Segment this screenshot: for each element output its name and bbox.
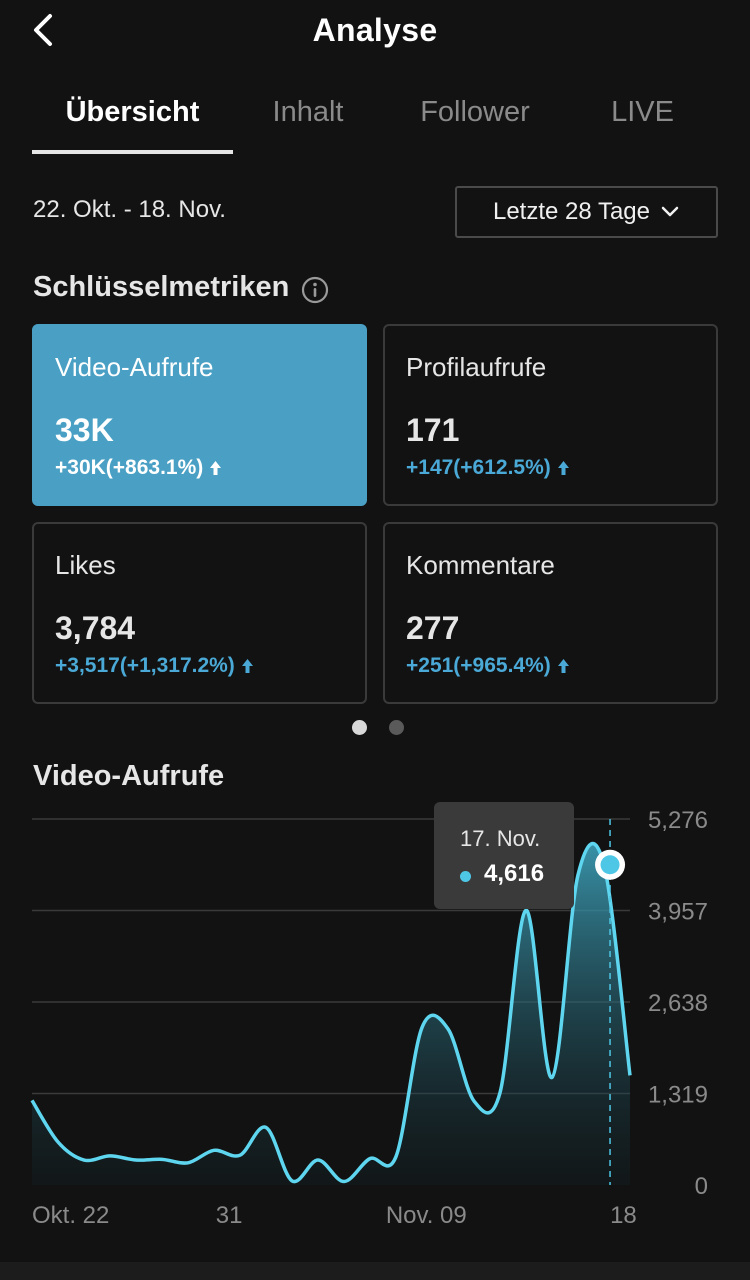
metric-value: 277 bbox=[406, 610, 460, 646]
top-bar: Analyse bbox=[0, 0, 750, 62]
x-tick-label: 31 bbox=[216, 1202, 243, 1229]
pager-dot-1[interactable] bbox=[352, 720, 367, 735]
highlight-point bbox=[600, 855, 620, 875]
video-views-chart[interactable]: 0 1,319 2,638 3,957 5,276 Okt. 22 31 Nov. 09 18 bbox=[0, 795, 750, 1240]
y-tick-label: 2,638 bbox=[648, 990, 708, 1017]
metric-value: 171 bbox=[406, 412, 460, 448]
arrow-up-icon bbox=[557, 659, 569, 673]
tab-content[interactable]: Inhalt bbox=[248, 96, 368, 129]
metric-delta: +30K(+863.1%) bbox=[55, 456, 222, 480]
metric-delta: +251(+965.4%) bbox=[406, 654, 570, 678]
arrow-up-icon bbox=[241, 659, 253, 673]
key-metrics-title: Schlüsselmetriken bbox=[33, 271, 290, 303]
arrow-up-icon bbox=[210, 461, 222, 475]
metric-delta-text: +147(+612.5%) bbox=[406, 456, 551, 479]
date-range-selected: Letzte 28 Tage bbox=[492, 198, 651, 225]
metric-delta: +147(+612.5%) bbox=[406, 456, 570, 480]
y-tick-label: 5,276 bbox=[648, 807, 708, 834]
tab-active-indicator bbox=[32, 150, 233, 154]
metric-value: 3,784 bbox=[55, 610, 136, 646]
metric-delta-text: +3,517(+1,317.2%) bbox=[55, 654, 235, 677]
metric-label: Kommentare bbox=[406, 550, 555, 580]
y-tick-label: 1,319 bbox=[648, 1082, 708, 1109]
metric-label: Likes bbox=[55, 550, 116, 580]
metric-delta-text: +30K(+863.1%) bbox=[55, 456, 204, 479]
chart-title: Video-Aufrufe bbox=[33, 760, 225, 792]
tab-live[interactable]: LIVE bbox=[590, 96, 695, 129]
tooltip-series-dot bbox=[460, 871, 471, 882]
pager-dot-2[interactable] bbox=[389, 720, 404, 735]
date-range-dropdown[interactable]: Letzte 28 Tage bbox=[455, 186, 718, 238]
arrow-up-icon bbox=[557, 461, 569, 475]
metric-label: Video-Aufrufe bbox=[55, 352, 214, 382]
metric-card-profile-views[interactable]: Profilaufrufe 171 +147(+612.5%) bbox=[383, 324, 718, 506]
metric-label: Profilaufrufe bbox=[406, 352, 547, 382]
tooltip-value: 4,616 bbox=[484, 860, 545, 887]
y-tick-label: 3,957 bbox=[648, 899, 708, 926]
chart-tooltip: 17. Nov. 4,616 bbox=[434, 802, 574, 909]
y-tick-label: 0 bbox=[695, 1173, 708, 1200]
bottom-edge bbox=[0, 1262, 750, 1280]
metric-card-video-views[interactable]: Video-Aufrufe 33K +30K(+863.1%) bbox=[32, 324, 367, 506]
tooltip-date: 17. Nov. bbox=[460, 826, 541, 851]
pager-dots bbox=[352, 720, 404, 735]
x-tick-label: Okt. 22 bbox=[32, 1202, 109, 1229]
tab-bar: Übersicht Inhalt Follower LIVE bbox=[0, 86, 750, 156]
date-range-label: 22. Okt. - 18. Nov. bbox=[33, 196, 226, 223]
tab-followers[interactable]: Follower bbox=[405, 96, 545, 129]
page-title: Analyse bbox=[312, 12, 438, 48]
metric-card-likes[interactable]: Likes 3,784 +3,517(+1,317.2%) bbox=[32, 522, 367, 704]
x-tick-label: 18 bbox=[610, 1202, 637, 1229]
info-icon[interactable] bbox=[300, 275, 330, 305]
metric-card-comments[interactable]: Kommentare 277 +251(+965.4%) bbox=[383, 522, 718, 704]
tab-overview[interactable]: Übersicht bbox=[32, 96, 233, 129]
metric-value: 33K bbox=[55, 412, 114, 448]
metric-delta-text: +251(+965.4%) bbox=[406, 654, 551, 677]
x-tick-label: Nov. 09 bbox=[386, 1202, 467, 1229]
chevron-down-icon bbox=[661, 206, 679, 217]
metric-delta: +3,517(+1,317.2%) bbox=[55, 654, 254, 678]
